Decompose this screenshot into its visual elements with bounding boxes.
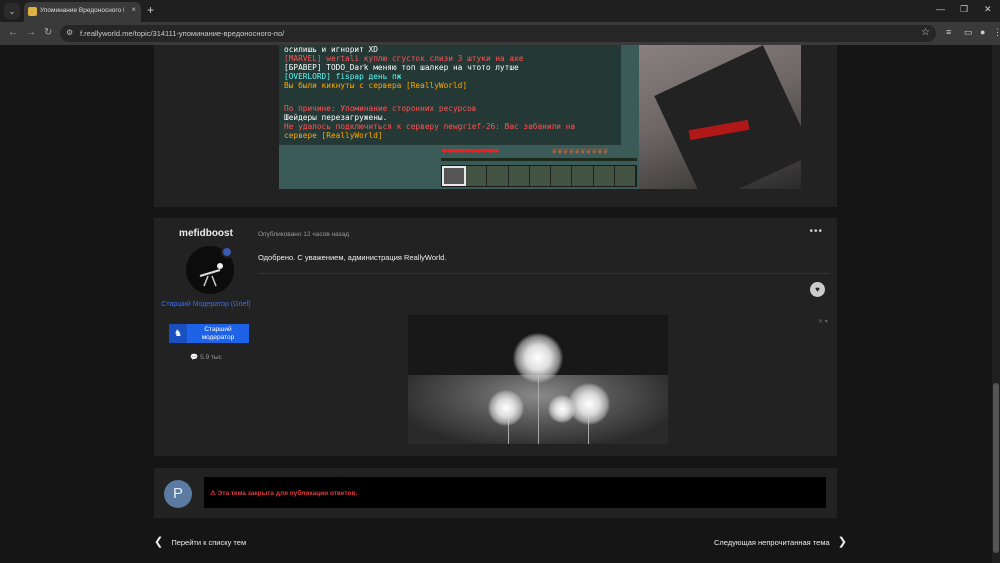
- post-options-button[interactable]: •••: [809, 226, 823, 237]
- tab-title: Упоминание Вредоносного П: [40, 7, 124, 14]
- back-to-topics-label: Перейти к списку тем: [171, 538, 247, 547]
- close-window-button[interactable]: ✕: [984, 4, 992, 15]
- hotbar-slot: [508, 166, 530, 186]
- browser-titlebar: ⌄ Упоминание Вредоносного П × + — ❐ ✕: [0, 0, 1000, 22]
- closed-notice-text: ⚠ Эта тема закрыта для публикации ответо…: [210, 490, 358, 497]
- site-favicon-icon: [28, 7, 37, 16]
- sidebar-icon[interactable]: ▭: [964, 27, 973, 38]
- hotbar: [441, 165, 637, 187]
- chat-line: осилишь и игнорит XD: [284, 45, 378, 54]
- reload-button[interactable]: ↻: [44, 27, 52, 38]
- tune-icon[interactable]: ≡: [946, 27, 951, 37]
- hotbar-slot: [572, 166, 594, 186]
- signature-image: [408, 315, 668, 444]
- hotbar-slot: [466, 166, 488, 186]
- flower-stem: [538, 375, 539, 444]
- topic-closed-panel: P ⚠ Эта тема закрыта для публикации отве…: [154, 468, 837, 518]
- post: mefidboost Старший Модератор (Grief) ♞ С…: [154, 218, 837, 456]
- group-badge-label: Старший модератор: [201, 326, 235, 341]
- bookmark-star-icon[interactable]: ☆: [921, 27, 930, 38]
- address-bar[interactable]: ⚙ f.reallyworld.me/topic/314111-упоминан…: [60, 25, 936, 42]
- hotbar-slot: [442, 166, 467, 186]
- chat-line: Не удалось подключиться к серверу newgri…: [284, 122, 576, 131]
- restore-button[interactable]: ❐: [960, 4, 968, 15]
- experience-bar: [441, 158, 637, 161]
- tab-search-button[interactable]: ⌄: [4, 3, 20, 19]
- flower: [488, 390, 524, 426]
- previous-post: осилишь и игнорит XD [MARVEL] wertali ку…: [154, 45, 837, 207]
- hotbar-slot: [487, 166, 509, 186]
- post-body: Одобрено. С уважением, администрация Rea…: [258, 253, 447, 262]
- reputation-count: 💬 5.9 тыс: [190, 354, 222, 361]
- chat-line: сервере [ReallyWorld]: [284, 131, 383, 140]
- scrollbar[interactable]: [992, 45, 1000, 563]
- minimize-button[interactable]: —: [936, 4, 945, 14]
- hotbar-slot: [614, 166, 636, 186]
- forward-button[interactable]: →: [26, 27, 36, 38]
- chat-line: [OVERLORD] fispap день пж: [284, 72, 402, 81]
- next-unread-topic-label: Следующая непрочитанная тема: [714, 538, 830, 547]
- hotbar-slot: [551, 166, 573, 186]
- post-timestamp[interactable]: Опубликовано 12 часов назад: [258, 231, 349, 238]
- user-avatar: P: [164, 480, 192, 508]
- reaction-heart-icon[interactable]: ♥: [810, 282, 825, 297]
- browser-toolbar: ← → ↻ ⚙ f.reallyworld.me/topic/314111-уп…: [0, 22, 1000, 45]
- flower: [513, 333, 563, 383]
- chevron-right-icon: ❯: [837, 536, 847, 548]
- profile-icon[interactable]: ●: [980, 27, 985, 37]
- hotbar-slot: [593, 166, 615, 186]
- attached-screenshot[interactable]: осилишь и игнорит XD [MARVEL] wertali ку…: [279, 45, 801, 189]
- back-to-topics-link[interactable]: ❮ Перейти к списку тем: [154, 535, 246, 548]
- health-hearts: ❤❤❤❤❤❤❤❤❤❤: [441, 147, 499, 156]
- group-badge: ♞ Старший модератор: [169, 324, 249, 343]
- chat-line: Шейдеры перезагружены.: [284, 113, 388, 122]
- url-text[interactable]: f.reallyworld.me/topic/314111-упоминание…: [80, 29, 284, 38]
- scrollbar-thumb[interactable]: [993, 383, 999, 553]
- hotbar-slot: [529, 166, 552, 186]
- divider: [258, 273, 830, 274]
- signature-controls[interactable]: ✕ ▾: [818, 318, 828, 325]
- closed-notice-box: ⚠ Эта тема закрыта для публикации ответо…: [204, 477, 826, 508]
- page-content: осилишь и игнорит XD [MARVEL] wertali ку…: [0, 45, 1000, 563]
- post-author[interactable]: mefidboost: [154, 228, 258, 239]
- kebab-menu-icon[interactable]: ⋮: [993, 27, 1000, 38]
- game-chat: осилишь и игнорит XD [MARVEL] wertali ку…: [279, 45, 621, 145]
- chat-line: [БРАВЕР] TODO_Dark меняю топ шалкер на ч…: [284, 63, 519, 72]
- chat-line: По причине: Упоминание сторонних ресурсо…: [284, 104, 477, 113]
- back-button[interactable]: ←: [8, 27, 18, 38]
- chat-line: [MARVEL] wertali куплю сгусток слизи 3 ш…: [284, 54, 524, 63]
- author-role: Старший Модератор (Grief): [161, 301, 251, 308]
- next-unread-topic-link[interactable]: Следующая непрочитанная тема ❯: [714, 535, 847, 548]
- tab-close-icon[interactable]: ×: [131, 5, 136, 14]
- chevron-left-icon: ❮: [154, 536, 164, 548]
- hunger-bar: ❦❦❦❦❦❦❦❦❦❦: [551, 147, 609, 156]
- online-badge: [221, 246, 233, 258]
- flower: [548, 395, 576, 423]
- new-tab-button[interactable]: +: [147, 3, 154, 17]
- moderator-icon: ♞: [169, 324, 187, 343]
- chat-line: Вы были кикнуты с сервера [ReallyWorld]: [284, 81, 468, 90]
- browser-tab[interactable]: Упоминание Вредоносного П ×: [24, 2, 141, 22]
- site-info-icon[interactable]: ⚙: [66, 28, 73, 37]
